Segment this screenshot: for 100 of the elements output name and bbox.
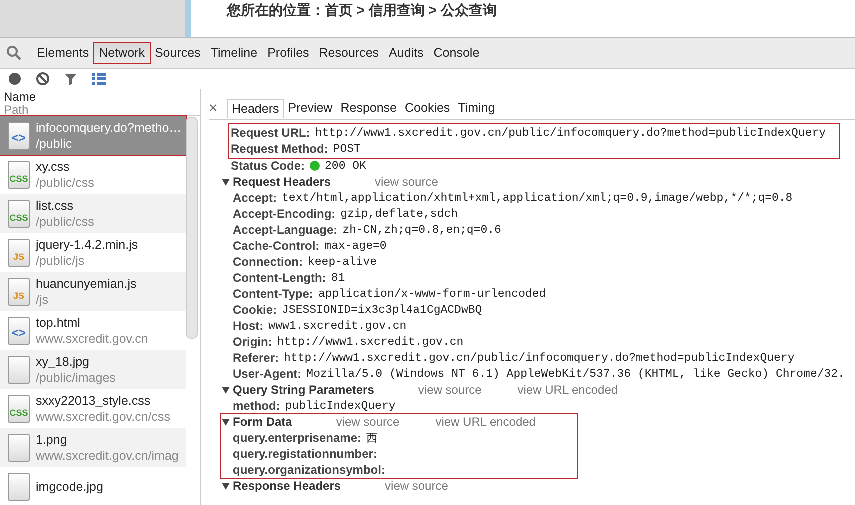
search-icon[interactable] bbox=[6, 45, 22, 61]
header-value: zh-CN,zh;q=0.8,en;q=0.6 bbox=[342, 224, 502, 236]
header-key: Cache-Control: bbox=[233, 239, 320, 253]
request-item[interactable]: JS jquery-1.4.2.min.js /public/js bbox=[0, 233, 186, 272]
header-key: Accept: bbox=[233, 191, 278, 205]
view-link[interactable]: view URL encoded bbox=[518, 383, 618, 397]
panel-tab[interactable]: Console bbox=[428, 43, 485, 63]
expand-arrow-icon[interactable] bbox=[221, 177, 231, 187]
file-path: /public/css bbox=[36, 214, 94, 230]
section-title[interactable]: Query String Parameters bbox=[233, 383, 374, 397]
detail-tab[interactable]: Response bbox=[336, 99, 402, 117]
request-item[interactable]: 1.png www.sxcredit.gov.cn/imag bbox=[0, 428, 186, 467]
file-path: /public/css bbox=[36, 174, 94, 190]
file-icon: JS bbox=[8, 278, 30, 306]
file-name: imgcode.jpg bbox=[36, 478, 104, 494]
clear-icon[interactable] bbox=[36, 72, 50, 86]
header-key: Content-Length: bbox=[233, 271, 326, 285]
file-name: huancunyemian.js bbox=[36, 276, 137, 292]
header-value: 81 bbox=[331, 272, 346, 284]
view-link[interactable]: view source bbox=[336, 415, 400, 429]
file-icon: CSS bbox=[8, 160, 30, 188]
file-name: list.css bbox=[36, 198, 74, 214]
file-name: top.html bbox=[36, 314, 82, 330]
file-icon: CSS bbox=[8, 394, 30, 422]
file-path: www.sxcredit.gov.cn/imag bbox=[36, 448, 179, 464]
header-value: JSESSIONID=ix3c3pl4a1CgACDwBQ bbox=[282, 304, 482, 316]
view-link[interactable]: view source bbox=[375, 175, 438, 189]
scrollbar[interactable] bbox=[186, 117, 198, 339]
file-name: sxxy22013_style.css bbox=[36, 392, 152, 408]
file-icon: JS bbox=[8, 238, 30, 266]
detail-tab[interactable]: Preview bbox=[284, 99, 337, 117]
detail-tab[interactable]: Timing bbox=[454, 99, 500, 117]
breadcrumb: 您所在的位置：首页 > 信用查询 > 公众查询 bbox=[227, 2, 497, 20]
header-key: Cookie: bbox=[233, 303, 278, 317]
view-link[interactable]: view source bbox=[418, 383, 482, 397]
header-key: Origin: bbox=[233, 335, 272, 349]
header-key: Content-Type: bbox=[233, 287, 314, 301]
header-value: keep-alive bbox=[308, 256, 378, 268]
header-value: Mozilla/5.0 (Windows NT 6.1) AppleWebKit/537.36 (KHTML, like Gecko) Chrome/32. bbox=[306, 368, 845, 380]
header-key: Request Method: bbox=[231, 142, 328, 156]
header-key: method: bbox=[233, 399, 280, 413]
header-key: Status Code: bbox=[231, 159, 306, 173]
header-key: User-Agent: bbox=[233, 367, 302, 381]
file-path: /public/images bbox=[36, 370, 116, 386]
header-key: query.enterprisename: bbox=[233, 431, 362, 445]
header-key: query.registationnumber: bbox=[233, 447, 378, 461]
file-path: /js bbox=[36, 292, 50, 308]
list-view-icon[interactable] bbox=[92, 73, 106, 85]
panel-tab[interactable]: Sources bbox=[150, 43, 206, 63]
column-subheader: Path bbox=[4, 104, 30, 117]
panel-tab[interactable]: Timeline bbox=[206, 43, 263, 63]
image-file-icon bbox=[8, 356, 30, 384]
panel-tab[interactable]: Elements bbox=[32, 43, 94, 63]
column-header[interactable]: Name bbox=[4, 91, 196, 104]
panel-tab[interactable]: Resources bbox=[314, 43, 384, 63]
request-item[interactable]: xy_18.jpg /public/images bbox=[0, 350, 186, 389]
header-value: 西 bbox=[366, 432, 378, 446]
image-file-icon bbox=[8, 472, 30, 500]
expand-arrow-icon[interactable] bbox=[221, 417, 231, 427]
request-item[interactable]: imgcode.jpg bbox=[0, 467, 186, 505]
image-file-icon bbox=[8, 434, 30, 462]
section-title[interactable]: Request Headers bbox=[233, 175, 332, 189]
section-title[interactable]: Form Data bbox=[233, 415, 292, 429]
header-key: query.organizationsymbol: bbox=[233, 463, 386, 477]
detail-tab[interactable]: Cookies bbox=[401, 99, 454, 117]
header-value: www1.sxcredit.gov.cn bbox=[268, 320, 407, 332]
request-item[interactable]: CSS list.css /public/css bbox=[0, 194, 186, 233]
header-value: http://www1.sxcredit.gov.cn/public/infocomquery.do?method=publicIndexQuery bbox=[315, 126, 826, 140]
header-value: max-age=0 bbox=[324, 240, 387, 252]
expand-arrow-icon[interactable] bbox=[221, 481, 231, 491]
header-key: Request URL: bbox=[231, 126, 310, 140]
filter-icon[interactable] bbox=[64, 72, 78, 86]
file-path: /public bbox=[36, 136, 74, 152]
request-item[interactable]: CSS sxxy22013_style.css www.sxcredit.gov.cn/css bbox=[0, 389, 186, 428]
file-path: www.sxcredit.gov.cn bbox=[36, 330, 148, 346]
panel-tab[interactable]: Profiles bbox=[262, 43, 314, 63]
header-value: gzip,deflate,sdch bbox=[340, 208, 458, 220]
header-key: Host: bbox=[233, 319, 264, 333]
header-key: Accept-Language: bbox=[233, 223, 338, 237]
file-path: www.sxcredit.gov.cn/css bbox=[36, 408, 171, 424]
close-icon[interactable]: × bbox=[209, 100, 223, 116]
record-icon[interactable] bbox=[8, 72, 22, 86]
header-value: text/html,application/xhtml+xml,application/xml;q=0.9,image/webp,*/*;q=0.8 bbox=[282, 192, 793, 204]
panel-tab[interactable]: Audits bbox=[384, 43, 429, 63]
detail-tab[interactable]: Headers bbox=[227, 98, 284, 118]
file-icon: CSS bbox=[8, 200, 30, 228]
header-value: publicIndexQuery bbox=[285, 400, 396, 412]
file-icon: <> bbox=[8, 122, 30, 150]
header-value: http://www1.sxcredit.gov.cn bbox=[277, 336, 464, 348]
request-item[interactable]: JS huancunyemian.js /js bbox=[0, 272, 186, 311]
view-link[interactable]: view source bbox=[385, 479, 448, 493]
view-link[interactable]: view URL encoded bbox=[436, 415, 536, 429]
section-title[interactable]: Response Headers bbox=[233, 479, 342, 493]
header-value: POST bbox=[333, 142, 361, 156]
expand-arrow-icon[interactable] bbox=[221, 385, 231, 395]
request-item[interactable]: CSS xy.css /public/css bbox=[0, 155, 186, 194]
header-value: http://www1.sxcredit.gov.cn/public/infocomquery.do?method=publicIndexQuery bbox=[284, 352, 795, 364]
file-name: xy.css bbox=[36, 158, 71, 174]
header-value: application/x-www-form-urlencoded bbox=[318, 288, 546, 300]
file-name: 1.png bbox=[36, 432, 68, 448]
